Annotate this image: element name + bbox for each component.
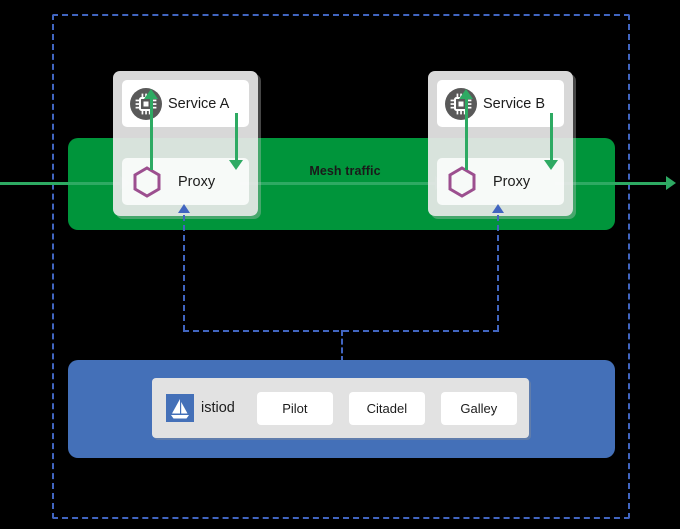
hexagon-icon	[133, 165, 161, 198]
service-a-card: Service A	[122, 80, 249, 127]
component-citadel[interactable]: Citadel	[348, 391, 425, 425]
istiod-label: istiod	[201, 400, 235, 416]
pod-b-inbound-line	[465, 98, 468, 170]
pod-b-outbound-arrow	[544, 160, 558, 170]
traffic-flow-inbound	[0, 182, 122, 185]
istiod-brand: istiod	[166, 394, 235, 422]
hexagon-icon	[448, 165, 476, 198]
pod-b-outbound-line	[550, 113, 553, 163]
istiod-panel: istiod Pilot Citadel Galley	[152, 378, 529, 438]
config-arrow-proxy-b	[492, 204, 504, 213]
config-line-right	[497, 215, 499, 331]
sailboat-icon	[166, 394, 194, 422]
mesh-traffic-label: Mesh traffic	[309, 164, 381, 178]
pod-a-inbound-arrow	[144, 89, 158, 99]
service-b-label: Service B	[483, 95, 546, 112]
service-b-card: Service B	[437, 80, 564, 127]
pod-a-outbound-line	[235, 113, 238, 163]
proxy-b-label: Proxy	[493, 173, 531, 190]
diagram-canvas: Mesh traffic Service A Proxy Service B P…	[0, 0, 680, 529]
traffic-flow-between	[240, 182, 437, 185]
proxy-a-label: Proxy	[178, 173, 216, 190]
pod-a-outbound-arrow	[229, 160, 243, 170]
config-line-stub	[341, 330, 343, 362]
component-pilot[interactable]: Pilot	[256, 391, 333, 425]
component-galley[interactable]: Galley	[440, 391, 517, 425]
config-arrow-proxy-a	[178, 204, 190, 213]
traffic-flow-outbound-arrow	[666, 176, 676, 190]
pod-a-inbound-line	[150, 98, 153, 170]
config-line-left	[183, 215, 185, 331]
pod-b-inbound-arrow	[459, 89, 473, 99]
service-a-label: Service A	[168, 95, 230, 112]
